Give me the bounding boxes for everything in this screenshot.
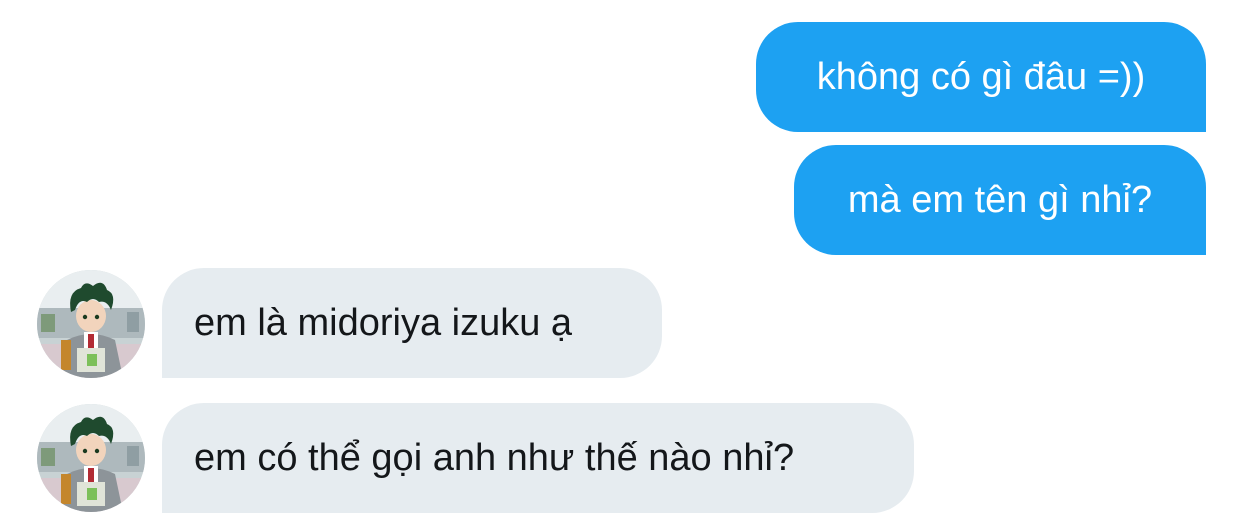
anime-character-avatar-icon <box>37 404 145 512</box>
message-text: em là midoriya izuku ạ <box>194 302 573 344</box>
message-bubble-received[interactable]: em là midoriya izuku ạ <box>162 268 662 378</box>
message-text: không có gì đâu =)) <box>816 56 1146 98</box>
anime-character-avatar-icon <box>37 270 145 378</box>
avatar[interactable] <box>37 404 145 512</box>
message-bubble-sent[interactable]: không có gì đâu =)) <box>756 22 1206 132</box>
message-bubble-received[interactable]: em có thể gọi anh như thế nào nhỉ? <box>162 403 914 513</box>
message-text: em có thể gọi anh như thế nào nhỉ? <box>194 437 795 479</box>
avatar[interactable] <box>37 270 145 378</box>
message-bubble-sent[interactable]: mà em tên gì nhỉ? <box>794 145 1206 255</box>
chat-thread: không có gì đâu =)) mà em tên gì nhỉ? em… <box>0 0 1242 524</box>
message-text: mà em tên gì nhỉ? <box>847 179 1153 221</box>
